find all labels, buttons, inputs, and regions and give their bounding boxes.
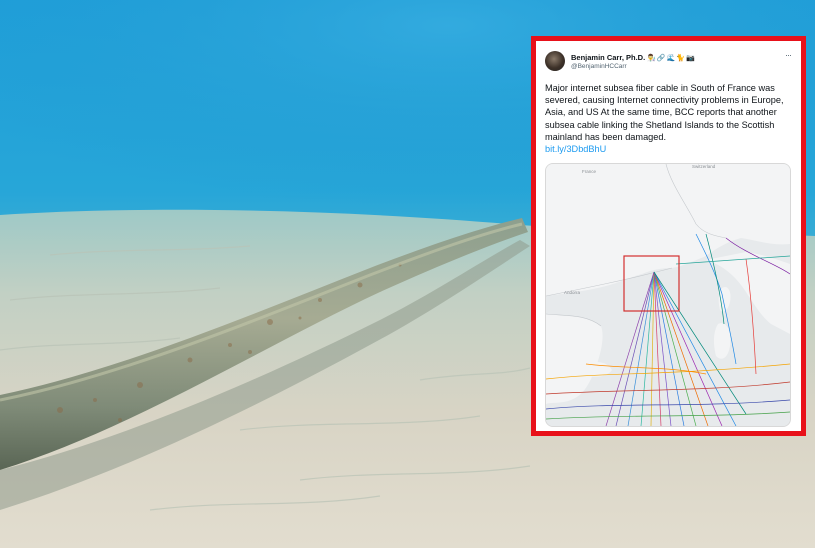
tweet-card[interactable]: Benjamin Carr, Ph.D. 👨‍🔬🔗🌊🐈📷 @BenjaminHCC… — [536, 41, 801, 431]
author-emojis: 👨‍🔬🔗🌊🐈📷 — [647, 55, 696, 62]
tweet-header: Benjamin Carr, Ph.D. 👨‍🔬🔗🌊🐈📷 @BenjaminHCC… — [545, 50, 792, 76]
author-handle[interactable]: @BenjaminHCCarr — [571, 63, 627, 70]
map-label-andorra: Andorra — [564, 290, 581, 295]
map-label-france: France — [582, 169, 597, 174]
map-label-switzerland: Switzerland — [692, 164, 716, 169]
author-name[interactable]: Benjamin Carr, Ph.D. 👨‍🔬🔗🌊🐈📷 — [571, 53, 696, 62]
subsea-cable-map-image[interactable]: France Switzerland Andorra — [545, 163, 791, 427]
tweet-body: Major internet subsea fiber cable in Sou… — [545, 83, 784, 142]
avatar[interactable] — [545, 51, 565, 71]
tweet-card-frame: Benjamin Carr, Ph.D. 👨‍🔬🔗🌊🐈📷 @BenjaminHCC… — [531, 36, 806, 436]
more-options-icon[interactable]: ··· — [785, 50, 792, 60]
tweet-link[interactable]: bit.ly/3DbdBhU — [545, 143, 792, 155]
